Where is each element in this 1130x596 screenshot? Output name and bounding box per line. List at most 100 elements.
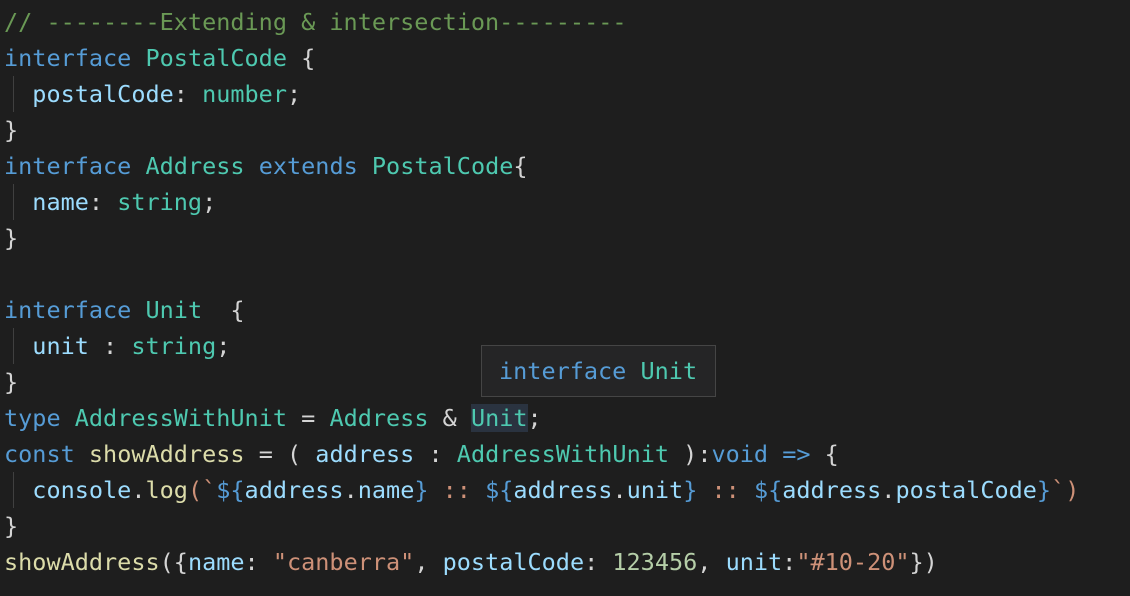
punctuation: = ( xyxy=(244,440,316,468)
punctuation: . xyxy=(343,476,358,504)
keyword: interface xyxy=(4,152,132,180)
punctuation: : xyxy=(88,332,132,360)
property: postalCode xyxy=(442,548,585,576)
template-delimiter: ${ xyxy=(485,476,514,504)
code-line-10: unit : string; xyxy=(4,328,230,364)
punctuation: { xyxy=(202,296,245,324)
method-name: log xyxy=(145,476,188,504)
punctuation: { xyxy=(286,44,316,72)
punctuation: ; xyxy=(286,80,302,108)
code-line-13: const showAddress = ( address : AddressW… xyxy=(4,436,839,472)
type-name: Address xyxy=(145,152,245,180)
type-name: PostalCode xyxy=(145,44,287,72)
punctuation: : xyxy=(88,188,118,216)
type-name: string xyxy=(131,332,217,360)
template-delimiter: } xyxy=(414,476,429,504)
code-line-7: } xyxy=(4,220,18,256)
code-line-12: type AddressWithUnit = Address & Unit; xyxy=(4,400,542,436)
type-name: Address xyxy=(329,404,429,432)
punctuation: ; xyxy=(216,332,231,360)
keyword: type xyxy=(4,404,61,432)
string-literal: "canberra" xyxy=(272,548,415,576)
keyword: interface xyxy=(4,44,132,72)
function-name: showAddress xyxy=(88,440,245,468)
code-line-14: console.log(`${address.name} :: ${addres… xyxy=(4,472,1079,508)
property: unit xyxy=(725,548,783,576)
punctuation: : xyxy=(414,440,457,468)
punctuation: , xyxy=(414,548,443,576)
code-line-11: } xyxy=(4,364,18,400)
punctuation: . xyxy=(131,476,146,504)
type-name: number xyxy=(202,80,287,108)
template-delimiter: ${ xyxy=(753,476,783,504)
type-name: AddressWithUnit xyxy=(74,404,287,432)
comment: // --------Extending & intersection-----… xyxy=(4,8,627,36)
code-line-16: showAddress({name: "canberra", postalCod… xyxy=(4,544,938,580)
punctuation: } xyxy=(4,224,19,252)
code-line-5: interface Address extends PostalCode{ xyxy=(4,148,528,184)
code-line-2: interface PostalCode { xyxy=(4,40,315,76)
punctuation: . xyxy=(612,476,627,504)
template-delimiter: } xyxy=(1036,476,1052,504)
template-delimiter: } xyxy=(683,476,698,504)
code-line-9: interface Unit { xyxy=(4,292,245,328)
template-string: :: xyxy=(428,476,486,504)
punctuation: = xyxy=(286,404,330,432)
keyword: extends xyxy=(258,152,358,180)
code-editor[interactable]: // --------Extending & intersection-----… xyxy=(0,0,1130,596)
identifier: address xyxy=(782,476,882,504)
parameter: address xyxy=(315,440,415,468)
identifier: console xyxy=(32,476,132,504)
property: unit xyxy=(626,476,684,504)
code-line-3: postalCode: number; xyxy=(4,76,301,112)
code-line-15: } xyxy=(4,508,18,544)
property: unit xyxy=(32,332,89,360)
punctuation: : xyxy=(782,548,797,576)
hovered-type-name[interactable]: Unit xyxy=(470,404,528,432)
type-name: Unit xyxy=(145,296,203,324)
punctuation: & xyxy=(428,404,471,432)
punctuation: ; xyxy=(527,404,542,432)
function-name: showAddress xyxy=(4,548,160,576)
code-line-1: // --------Extending & intersection-----… xyxy=(4,4,627,40)
punctuation: ({ xyxy=(159,548,188,576)
property: postalCode xyxy=(895,476,1037,504)
keyword: interface xyxy=(4,296,132,324)
string-literal: "#10-20" xyxy=(796,548,910,576)
code-line-6: name: string; xyxy=(4,184,216,220)
identifier: address xyxy=(244,476,344,504)
hover-tooltip: interface Unit xyxy=(481,345,716,397)
tooltip-keyword: interface xyxy=(499,357,627,385)
identifier: address xyxy=(513,476,613,504)
punctuation: ; xyxy=(202,188,217,216)
type-name: string xyxy=(117,188,203,216)
property: name xyxy=(357,476,415,504)
punctuation: : xyxy=(173,80,203,108)
punctuation: ): xyxy=(669,440,712,468)
punctuation: } xyxy=(4,116,19,144)
number-literal: 123456 xyxy=(612,548,698,576)
punctuation: , xyxy=(697,548,726,576)
template-string: (` xyxy=(187,476,217,504)
keyword: void xyxy=(711,440,769,468)
keyword: const xyxy=(4,440,75,468)
punctuation: { xyxy=(513,152,528,180)
punctuation: }) xyxy=(909,548,938,576)
template-delimiter: ${ xyxy=(216,476,245,504)
property: name xyxy=(187,548,245,576)
arrow: => xyxy=(782,440,811,468)
punctuation: { xyxy=(810,440,839,468)
template-string: :: xyxy=(697,476,754,504)
punctuation: } xyxy=(4,512,19,540)
punctuation: : xyxy=(244,548,273,576)
punctuation: . xyxy=(881,476,896,504)
property: postalCode xyxy=(32,80,174,108)
code-line-4: } xyxy=(4,112,18,148)
type-name: AddressWithUnit xyxy=(456,440,670,468)
type-name: PostalCode xyxy=(371,152,514,180)
punctuation: : xyxy=(584,548,613,576)
property: name xyxy=(32,188,89,216)
template-string: `) xyxy=(1051,476,1080,504)
tooltip-type-name: Unit xyxy=(640,357,698,385)
punctuation: } xyxy=(4,368,19,396)
